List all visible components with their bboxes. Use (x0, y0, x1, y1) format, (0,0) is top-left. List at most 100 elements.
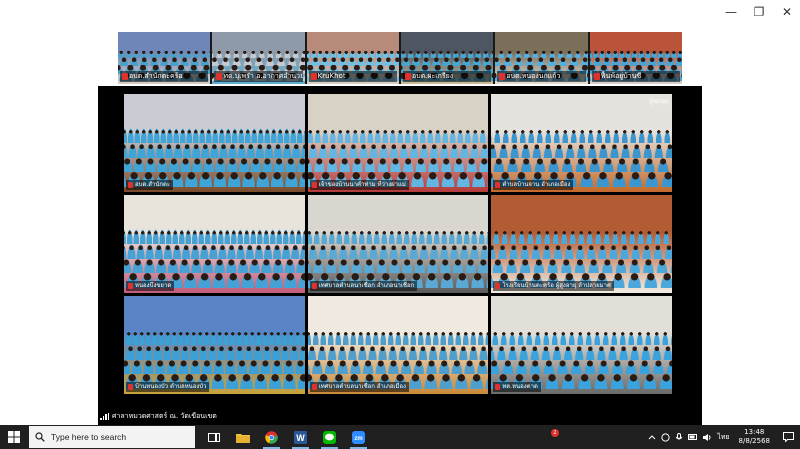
participant-thumbnail[interactable]: อบต.สำนักตะคร้อ (118, 32, 211, 84)
participant-name: KruKhot (308, 71, 397, 82)
volume-icon[interactable] (703, 433, 712, 442)
mic-muted-icon (128, 384, 133, 390)
video-tile[interactable]: ผู้ชุมนุม ตำบลบ้านจาน อำเภอเมือง (491, 94, 672, 192)
participant-name-text: หนองบึงขยาด (135, 282, 172, 289)
video-tile[interactable]: บ้านหนองบัว ตำบลหนองบัว (124, 296, 305, 394)
video-tile[interactable]: เทศบาลตำบลนาเชือก อำเภอเมือง (307, 296, 489, 394)
cloud-icon[interactable] (661, 432, 670, 442)
input-language-indicator[interactable]: ไทย (717, 432, 729, 443)
participant-thumbnail[interactable]: KruKhot (306, 32, 399, 84)
mic-muted-icon (404, 73, 411, 80)
audience-row (124, 243, 305, 259)
clock-date: 8/8/2568 (738, 437, 770, 445)
audience-row (491, 243, 672, 259)
search-icon (35, 432, 45, 442)
battery-icon[interactable] (688, 433, 698, 441)
audience-row (124, 142, 305, 158)
line-button[interactable] (315, 425, 344, 449)
video-tile[interactable]: โรงเรียนบ้านตะคร้อ ผู้สูงอายุ ลำปลายมาศ (491, 195, 672, 293)
close-button[interactable]: ✕ (772, 0, 800, 24)
word-button[interactable]: W (286, 425, 315, 449)
participant-thumbnail[interactable]: ฟื้นพ้อยู่บ้านซี (589, 32, 682, 84)
mic-muted-icon (311, 283, 317, 289)
folder-icon (235, 433, 250, 443)
minimize-button[interactable]: — (716, 0, 746, 24)
maximize-button[interactable]: ❐ (744, 0, 774, 24)
mic-muted-icon (495, 182, 501, 188)
video-feed (491, 195, 672, 293)
notification-center-icon[interactable] (783, 432, 794, 442)
audience-row (307, 243, 489, 259)
mic-muted-icon (499, 73, 506, 80)
audience-row (491, 257, 672, 274)
video-tile[interactable]: เจ้าของบ้านนาคำท่าม ที่ว่างฝาแม่ (307, 94, 489, 192)
participant-name: อบต.สำนักตะคร้อ (120, 71, 209, 82)
participant-name: หนองบึงขยาด (126, 281, 175, 291)
zoom-button[interactable]: zm (344, 425, 373, 449)
participant-thumbnail-strip: อบต.สำนักตะคร้อ ทต.บุเพร๋า อ.อากาศอำนวย Kr… (118, 32, 682, 84)
participant-name: อบต.ผะเกรียง (402, 71, 492, 82)
file-explorer-button[interactable] (228, 425, 257, 449)
chevron-up-icon[interactable] (648, 434, 656, 440)
active-speaker-label: ศาลาหมวดศาสตร์ ณ. วัดเขือนเขต (100, 411, 217, 422)
mic-muted-icon (495, 283, 501, 289)
audience-row (307, 358, 489, 375)
participant-name: ทต.บุเพร๋า อ.อากาศอำนวย (214, 71, 303, 82)
participant-thumbnail[interactable]: อบต.ผะเกรียง (400, 32, 494, 84)
task-view-button[interactable] (199, 425, 228, 449)
participant-name: เทศบาลตำบลนาเชือก อำเภอนาเชือก (309, 281, 418, 291)
connection-signal-icon (100, 413, 109, 420)
clock[interactable]: 13:48 8/8/2568 (739, 428, 770, 446)
video-tile[interactable]: อบต.สำนักตะ (124, 94, 305, 192)
participant-name-text: ฟื้นพ้อยู่บ้านซี (600, 72, 642, 80)
zoom-icon: zm (352, 430, 365, 444)
participant-name-text: เทศบาลตำบลนาเชือก อำเภอเมือง (318, 383, 406, 390)
audience-row (307, 257, 489, 274)
audience-row (491, 344, 672, 360)
mic-muted-icon (128, 283, 133, 289)
participant-thumbnail[interactable]: ทต.บุเพร๋า อ.อากาศอำนวย (212, 32, 305, 84)
participant-name: บ้านหนองบัว ตำบลหนองบัว (126, 382, 210, 392)
audience-row (307, 344, 489, 360)
video-feed (307, 296, 489, 394)
video-tile[interactable]: เทศบาลตำบลนาเชือก อำเภอนาเชือก (307, 195, 489, 293)
video-feed (307, 195, 489, 293)
audience-row (124, 358, 305, 375)
audience-row (491, 142, 672, 158)
audience-row (307, 329, 489, 345)
video-tile[interactable]: หนองบึงขยาด (124, 195, 305, 293)
mic-muted-icon (216, 73, 223, 80)
audience-row (124, 127, 305, 143)
participant-name-text: อบต.ผะเกรียง (411, 72, 454, 80)
chrome-button[interactable] (257, 425, 286, 449)
video-grid: อบต.สำนักตะ เจ้าของบ้านนาคำท่าม ที่ว่างฝา… (124, 94, 672, 394)
audience-row (124, 228, 305, 244)
notification-badge: 2 (551, 429, 559, 437)
mic-muted-icon (593, 73, 600, 80)
video-feed (491, 296, 672, 394)
video-feed (491, 94, 672, 192)
audience-row (307, 228, 489, 244)
participant-name: เจ้าของบ้านนาคำท่าม ที่ว่างฝาแม่ (309, 180, 409, 190)
windows-taskbar: Type here to search W zm 2 ไทย 13:48 8/8… (0, 425, 800, 449)
zoom-titlebar: — ❐ ✕ (0, 0, 800, 24)
audience-row (307, 156, 489, 173)
participant-name-text: เจ้าของบ้านนาคำท่าม ที่ว่างฝาแม่ (318, 181, 406, 188)
participant-name-text: บ้านหนองบัว ตำบลหนองบัว (135, 383, 207, 390)
video-tile[interactable]: ทต.หนองตาด (491, 296, 672, 394)
participant-name-text: อบต.สำนักตะ (135, 181, 171, 188)
line-icon (323, 430, 336, 444)
taskbar-search-box[interactable]: Type here to search (29, 426, 195, 448)
mic-muted-icon (311, 182, 317, 188)
start-button[interactable] (0, 425, 28, 449)
active-speaker-name: ศาลาหมวดศาสตร์ ณ. วัดเขือนเขต (112, 412, 217, 420)
mic-muted-icon (128, 182, 133, 188)
chrome-icon (265, 430, 278, 444)
video-feed (124, 94, 305, 192)
participant-name-text: KruKhot (317, 72, 346, 80)
participant-name: ทต.หนองตาด (493, 382, 541, 392)
video-feed (124, 195, 305, 293)
participant-name-text: ทต.บุเพร๋า อ.อากาศอำนวย (223, 72, 303, 80)
microphone-icon[interactable] (675, 432, 683, 442)
participant-thumbnail[interactable]: อบต.หนองนกแก้ว (495, 32, 588, 84)
